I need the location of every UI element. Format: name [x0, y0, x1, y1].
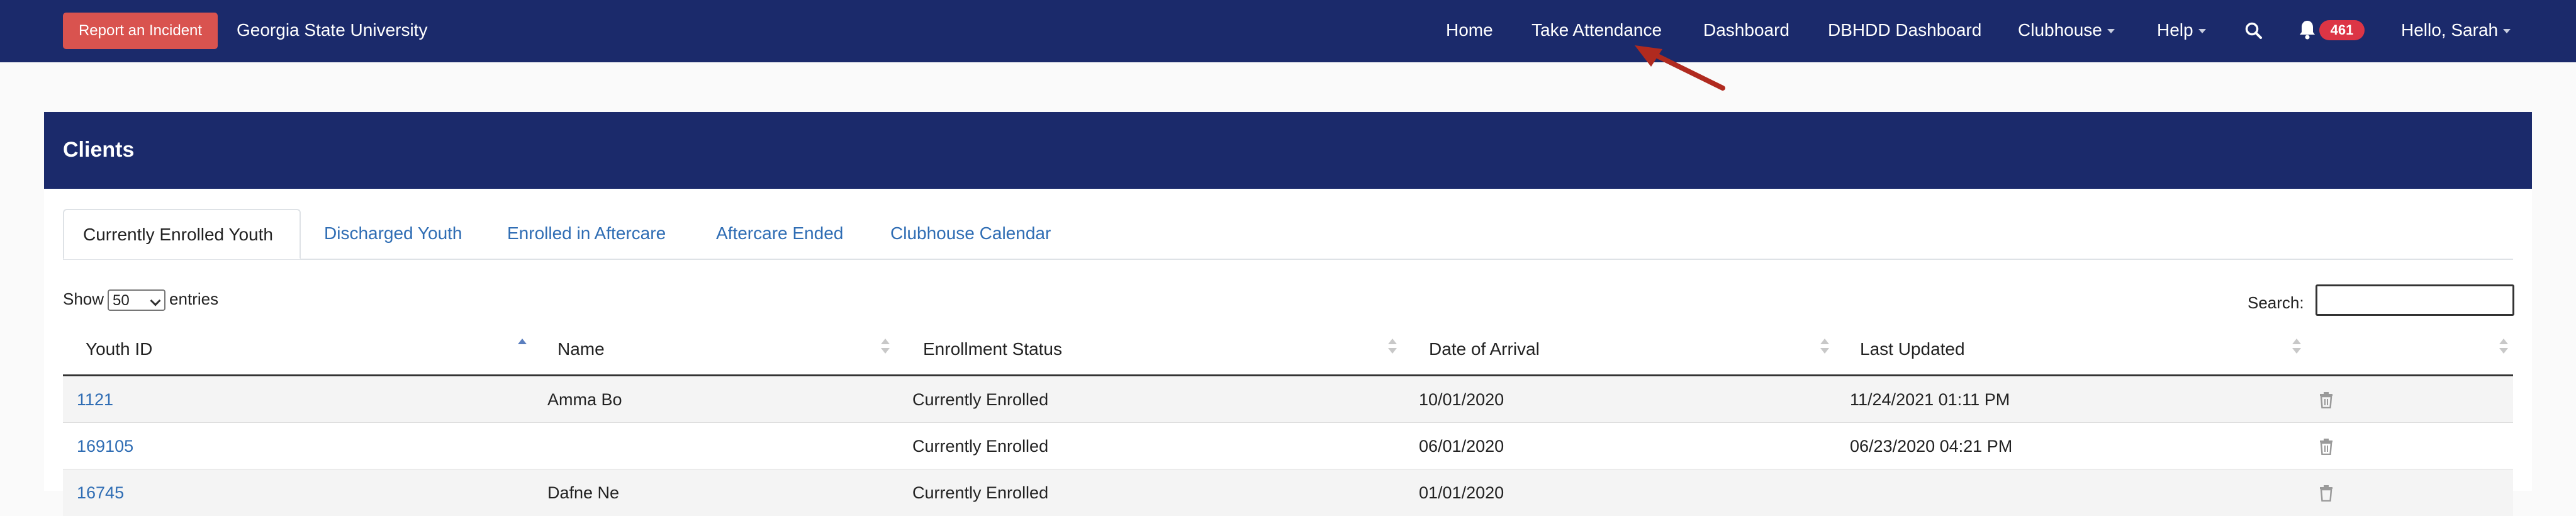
cell-last-updated: 11/24/2021 01:11 PM [1850, 390, 2010, 409]
youth-id-link[interactable]: 169105 [77, 423, 133, 469]
search-icon[interactable] [2244, 21, 2263, 42]
brand-name[interactable]: Georgia State University [237, 0, 427, 62]
page-size-value: 50 [113, 292, 130, 310]
cell-date-of-arrival: 06/01/2020 [1419, 437, 1504, 456]
sort-icon[interactable] [2499, 339, 2508, 357]
notifications-button[interactable]: 461 [2298, 19, 2367, 44]
table-row: 1121 Amma Bo Currently Enrolled 10/01/20… [63, 376, 2513, 423]
cell-date-of-arrival: 01/01/2020 [1419, 483, 1504, 502]
sort-icon[interactable] [1820, 339, 1829, 357]
table-row: 169105 Currently Enrolled 06/01/2020 06/… [63, 423, 2513, 469]
page-size-select[interactable]: 50 [108, 289, 166, 311]
nav-help-label: Help [2157, 20, 2193, 40]
trash-icon[interactable] [2319, 392, 2334, 408]
sort-icon[interactable] [881, 339, 890, 357]
cell-enrollment-status: Currently Enrolled [912, 390, 1049, 409]
report-incident-button[interactable]: Report an Incident [63, 13, 218, 49]
column-header-date-of-arrival[interactable]: Date of Arrival [1429, 327, 1540, 375]
sort-ascending-icon[interactable] [518, 339, 527, 357]
tab-aftercare-ended[interactable]: Aftercare Ended [716, 209, 843, 259]
cell-enrollment-status: Currently Enrolled [912, 483, 1049, 502]
page-title: Clients [63, 138, 135, 162]
column-header-last-updated[interactable]: Last Updated [1860, 327, 1965, 375]
search-input[interactable] [2316, 284, 2514, 316]
search-label: Search: [2248, 293, 2304, 312]
cell-name: Dafne Ne [547, 483, 620, 502]
user-greeting: Hello, Sarah [2401, 20, 2499, 40]
column-header-name[interactable]: Name [557, 327, 605, 375]
user-menu-dropdown[interactable]: Hello, Sarah [2401, 0, 2511, 62]
clients-panel-header: Clients [44, 112, 2532, 189]
nav-home[interactable]: Home [1446, 0, 1493, 62]
cell-name: Amma Bo [547, 390, 622, 409]
trash-icon[interactable] [2319, 439, 2334, 455]
show-entries-control: Show 50 entries [63, 286, 218, 311]
chevron-down-icon [2198, 29, 2206, 34]
chevron-down-icon [2107, 29, 2115, 34]
sort-icon[interactable] [2292, 339, 2301, 357]
entries-label: entries [169, 289, 219, 308]
cell-last-updated: 06/23/2020 04:21 PM [1850, 437, 2013, 456]
nav-dbhdd-dashboard[interactable]: DBHDD Dashboard [1828, 0, 1981, 62]
show-label: Show [63, 289, 104, 308]
table-row: 16745 Dafne Ne Currently Enrolled 01/01/… [63, 469, 2513, 516]
annotation-arrow [1635, 45, 1725, 91]
nav-help-dropdown[interactable]: Help [2157, 0, 2206, 62]
tab-currently-enrolled-youth[interactable]: Currently Enrolled Youth [63, 209, 301, 259]
tab-enrolled-in-aftercare[interactable]: Enrolled in Aftercare [507, 209, 666, 259]
youth-id-link[interactable]: 1121 [77, 376, 113, 423]
sort-icon[interactable] [1388, 339, 1397, 357]
chevron-down-icon [2503, 29, 2511, 34]
top-navbar: Report an Incident Georgia State Univers… [0, 0, 2576, 62]
nav-clubhouse-dropdown[interactable]: Clubhouse [2018, 0, 2115, 62]
column-header-youth-id[interactable]: Youth ID [86, 327, 152, 375]
bell-icon [2300, 21, 2315, 40]
nav-clubhouse-label: Clubhouse [2018, 20, 2102, 40]
tab-discharged-youth[interactable]: Discharged Youth [324, 209, 462, 259]
tab-clubhouse-calendar[interactable]: Clubhouse Calendar [890, 209, 1051, 259]
youth-id-link[interactable]: 16745 [77, 469, 124, 516]
cell-enrollment-status: Currently Enrolled [912, 437, 1049, 456]
chevron-down-icon [150, 295, 161, 306]
notification-count-badge: 461 [2319, 20, 2365, 40]
trash-icon[interactable] [2319, 485, 2334, 502]
column-header-enrollment-status[interactable]: Enrollment Status [923, 327, 1062, 375]
cell-date-of-arrival: 10/01/2020 [1419, 390, 1504, 409]
